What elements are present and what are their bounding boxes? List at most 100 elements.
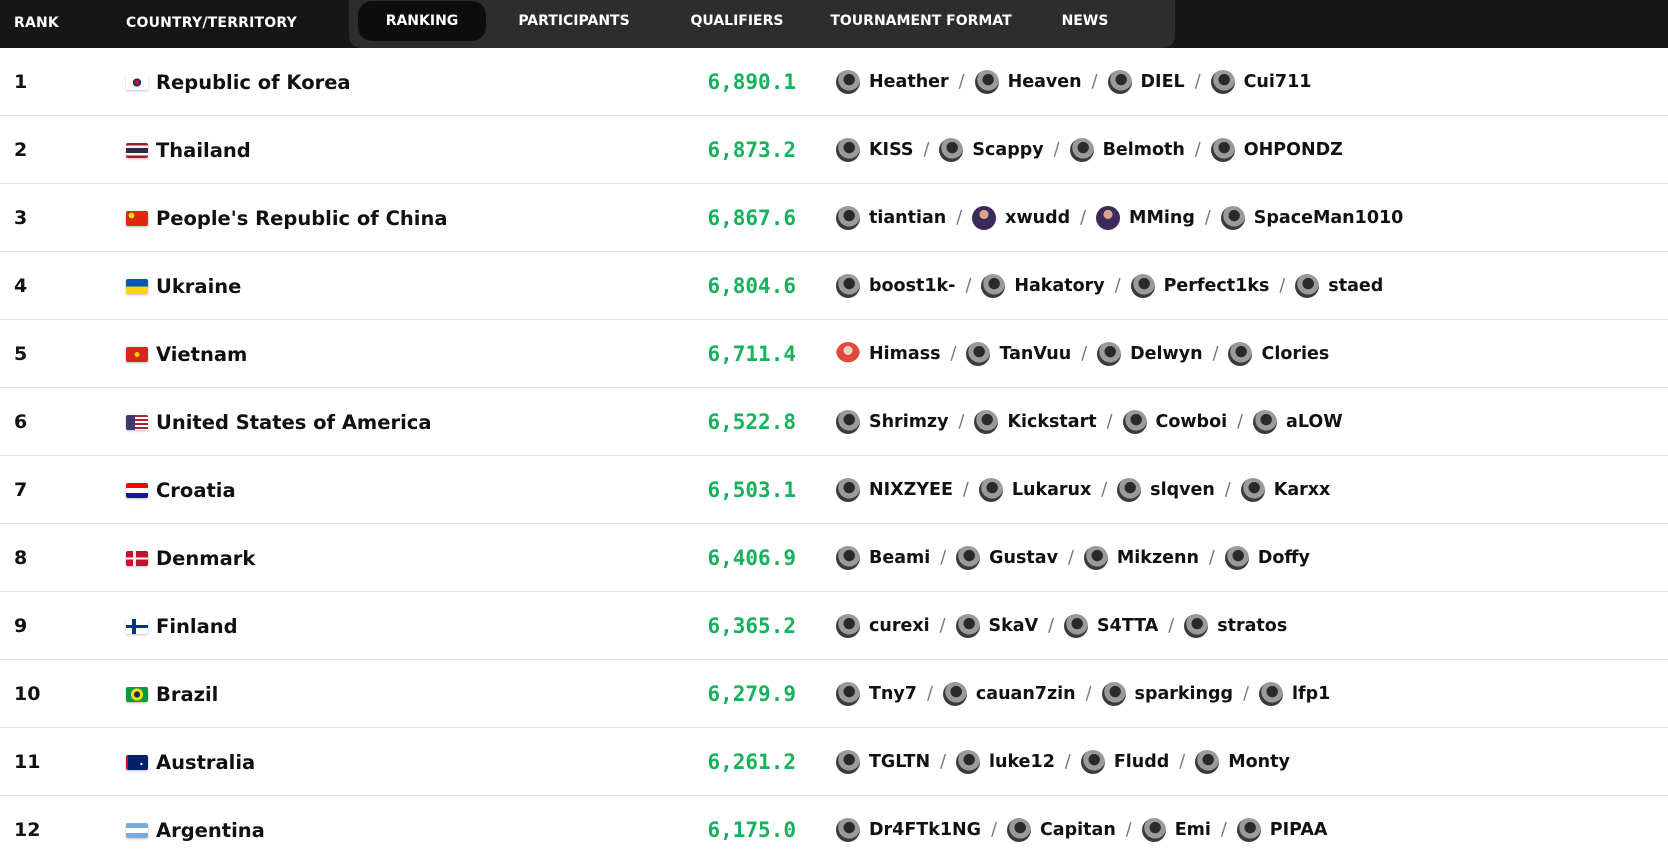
player-name: KISS [869,140,914,160]
table-row[interactable]: 3 People's Republic of China 6,867.6 tianti… [0,184,1668,252]
player-name: MMing [1129,208,1195,228]
table-row[interactable]: 7 Croatia 6,503.1 NIXZYEE / Lukarux / slqven / Ka… [0,456,1668,524]
tab-participants[interactable]: PARTICIPANTS [486,1,662,41]
separator: / [1067,548,1074,568]
player-avatar-icon [1240,478,1265,502]
player-avatar-icon [939,138,964,162]
player-item[interactable]: cauan7zin [942,682,1076,706]
players-list: Dr4FTk1NG / Capitan / Emi / PIPAA [836,796,1327,855]
tab-news[interactable]: NEWS [1030,1,1140,41]
table-row[interactable]: 6 United States of America 6,522.8 Shrimzy /… [0,388,1668,456]
separator: / [962,480,969,500]
player-item[interactable]: Monty [1195,750,1290,774]
separator: / [1048,616,1055,636]
player-item[interactable]: SkaV [955,614,1038,638]
player-item[interactable]: SpaceMan1010 [1220,206,1403,230]
player-avatar-icon [1228,342,1253,366]
player-item[interactable]: Perfect1ks [1130,274,1269,298]
rank-value: 7 [14,479,28,501]
table-row[interactable]: 1 Republic of Korea 6,890.1 Heather / Heaven /… [0,48,1668,116]
player-avatar-icon [836,410,860,434]
player-name: Heather [869,72,949,92]
player-item[interactable]: luke12 [956,750,1055,774]
rank-value: 10 [14,683,41,705]
points-value: 6,890.1 [707,70,796,94]
player-item[interactable]: Heather [836,70,949,94]
player-item[interactable]: Clories [1228,342,1329,366]
separator: / [1080,208,1087,228]
player-name: DIEL [1140,72,1185,92]
player-item[interactable]: Delwyn [1097,342,1203,366]
player-item[interactable]: Belmoth [1069,138,1185,162]
separator: / [950,344,957,364]
denmark-flag-icon [126,550,148,566]
points-value: 6,365.2 [707,614,796,638]
separator: / [939,616,946,636]
player-item[interactable]: Tny7 [836,682,917,706]
player-item[interactable]: TanVuu [966,342,1071,366]
table-row[interactable]: 5 Vietnam 6,711.4 Himass / TanVuu / Delwyn / Clor… [0,320,1668,388]
player-item[interactable]: KISS [836,138,914,162]
player-item[interactable]: Emi [1141,818,1211,842]
player-avatar-icon [1107,70,1132,94]
player-item[interactable]: curexi [836,614,930,638]
separator: / [940,752,947,772]
player-name: stratos [1217,616,1288,636]
player-item[interactable]: Beami [836,546,930,570]
player-name: curexi [869,616,930,636]
player-item[interactable]: TGLTN [836,750,930,774]
player-name: TGLTN [869,752,931,772]
player-item[interactable]: lfp1 [1258,682,1330,706]
tab-tournament-format[interactable]: TOURNAMENT FORMAT [812,1,1030,41]
rank-value: 11 [14,751,41,773]
player-item[interactable]: Mikzenn [1083,546,1199,570]
tab-ranking[interactable]: RANKING [358,1,486,41]
player-item[interactable]: slqven [1117,478,1215,502]
player-item[interactable]: Gustav [956,546,1058,570]
player-avatar-icon [1130,274,1155,298]
player-item[interactable]: PIPAA [1236,818,1327,842]
player-item[interactable]: Shrimzy [836,410,949,434]
player-item[interactable]: boost1k- [836,274,955,298]
tab-qualifiers[interactable]: QUALIFIERS [662,1,812,41]
player-item[interactable]: Fludd [1080,750,1170,774]
table-row[interactable]: 10 Brazil 6,279.9 Tny7 / cauan7zin / sparkingg /… [0,660,1668,728]
player-item[interactable]: tiantian [836,206,946,230]
table-row[interactable]: 4 Ukraine 6,804.6 boost1k- / Hakatory / Perfect… [0,252,1668,320]
players-list: Beami / Gustav / Mikzenn / Doffy [836,524,1310,592]
player-item[interactable]: Karxx [1240,478,1330,502]
player-item[interactable]: DIEL [1107,70,1185,94]
player-item[interactable]: stratos [1184,614,1287,638]
player-item[interactable]: Cowboi [1122,410,1228,434]
player-name: Fludd [1113,752,1170,772]
table-row[interactable]: 9 Finland 6,365.2 curexi / SkaV / S4TTA / stratos [0,592,1668,660]
player-item[interactable]: OHPONDZ [1210,138,1343,162]
player-item[interactable]: Heaven [974,70,1082,94]
table-row[interactable]: 2 Thailand 6,873.2 KISS / Scappy / Belmoth / OHPO… [0,116,1668,184]
player-item[interactable]: staed [1295,274,1383,298]
player-item[interactable]: MMing [1096,206,1195,230]
player-item[interactable]: Hakatory [981,274,1105,298]
player-name: Himass [869,344,941,364]
separator: / [926,684,933,704]
player-item[interactable]: Scappy [939,138,1044,162]
player-item[interactable]: Dr4FTk1NG [836,818,981,842]
player-name: Cowboi [1155,412,1228,432]
player-item[interactable]: Himass [836,342,941,366]
player-item[interactable]: Kickstart [974,410,1097,434]
player-item[interactable]: Capitan [1006,818,1116,842]
table-row[interactable]: 11 Australia 6,261.2 TGLTN / luke12 / Fludd / Mon… [0,728,1668,796]
points-value: 6,804.6 [707,274,796,298]
player-item[interactable]: sparkingg [1101,682,1233,706]
player-item[interactable]: Doffy [1224,546,1310,570]
table-row[interactable]: 8 Denmark 6,406.9 Beami / Gustav / Mikzenn / Doff… [0,524,1668,592]
player-item[interactable]: S4TTA [1064,614,1158,638]
player-avatar-icon [1096,206,1121,230]
table-row[interactable]: 12 Argentina 6,175.0 Dr4FTk1NG / Capitan / Emi /… [0,796,1668,855]
player-item[interactable]: xwudd [972,206,1070,230]
player-item[interactable]: Lukarux [978,478,1091,502]
player-avatar-icon [955,614,980,638]
player-item[interactable]: Cui711 [1210,70,1311,94]
player-item[interactable]: aLOW [1253,410,1343,434]
player-item[interactable]: NIXZYEE [836,478,953,502]
